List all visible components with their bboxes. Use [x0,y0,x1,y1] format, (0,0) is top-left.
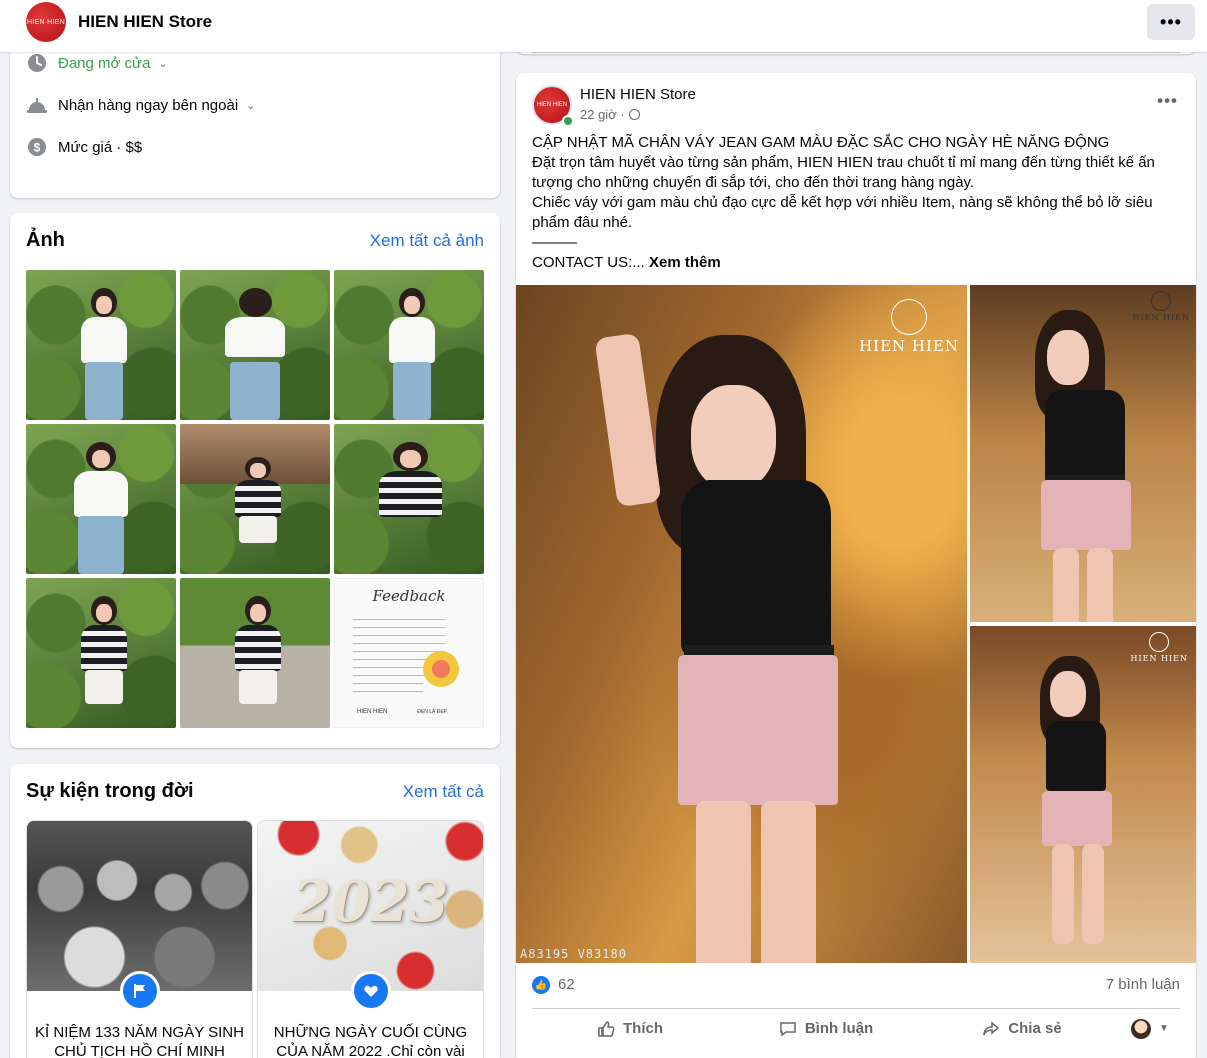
brand-watermark: HIEN HIEN [1131,632,1189,663]
event-title: KỈ NIỆM 133 NĂM NGÀY SINH CHỦ TỊCH HỒ CH… [35,1024,244,1058]
online-status-dot [562,115,574,127]
page-header-bar: HIEN HIEN HIEN HIEN Store ••• [0,0,1207,52]
post-line: CONTACT US:... [532,254,645,271]
photo-grid: Feedback HIEN HIEN ĐẸN LÀ ĐẸP [26,270,484,728]
post-options-button[interactable]: ••• [1157,91,1178,111]
life-event-tile[interactable]: 2023 NHỮNG NGÀY CUỐI CÙNG CỦA NĂM 2022 .… [257,820,484,1058]
open-status-text: Đang mở cửa [58,54,151,72]
brand-monogram-icon [891,299,928,335]
post-line: ——— [532,234,577,251]
brand-watermark: HIEN HIEN [1133,291,1191,322]
event-photo [27,821,252,991]
page-info-card: Đang mở cửa ⌄ Nhận hàng ngay bên ngoài ⌄… [10,40,500,198]
share-button[interactable]: Chia sẻ [924,1009,1120,1048]
event-photo: 2023 [258,821,483,991]
brand-monogram-icon [1149,632,1170,652]
photo-thumbnail[interactable] [334,424,484,574]
life-events-heading: Sự kiện trong đời [26,780,194,802]
see-all-events-link[interactable]: Xem tất cả [403,782,484,802]
photo-thumbnail[interactable] [26,424,176,574]
chevron-down-icon: ⌄ [246,99,256,112]
page-title[interactable]: HIEN HIEN Store [78,12,212,32]
pickup-text: Nhận hàng ngay bên ngoài [58,96,239,114]
feedback-photo-thumbnail[interactable]: Feedback HIEN HIEN ĐẸN LÀ ĐẸP [334,578,484,728]
post-line: Đặt trọn tâm huyết vào từng sản phẩm, HI… [532,154,1155,191]
photo-thumbnail[interactable] [180,424,330,574]
photos-heading: Ảnh [26,229,65,251]
post-photo-side[interactable]: HIEN HIEN [970,285,1196,622]
like-button[interactable]: Thích [532,1009,728,1048]
comment-count[interactable]: 7 bình luận [1106,976,1180,993]
feedback-brand: HIEN HIEN [357,709,388,715]
like-reaction-icon: 👍 [532,976,550,994]
globe-icon [628,109,640,120]
life-event-tile[interactable]: KỈ NIỆM 133 NĂM NGÀY SINH CHỦ TỊCH HỒ CH… [26,820,253,1058]
post-actions: Thích Bình luận Chia sẻ ▼ [532,1008,1180,1048]
post-card: HIEN HIEN HIEN HIEN Store 22 giờ · ••• C… [516,73,1196,1058]
thumbs-up-icon [597,1020,615,1038]
post-meta: 22 giờ · [580,107,640,122]
post-line: Chiếc váy với gam màu chủ đạo cực dễ kết… [532,194,1153,231]
service-bell-icon [26,94,48,116]
dollar-icon: $ [26,136,48,158]
feedback-tagline: ĐẸN LÀ ĐẸP [417,709,447,715]
price-row: $ Mức giá · $$ [26,136,142,158]
react-as-selector[interactable]: ▼ [1120,1009,1180,1048]
comment-button[interactable]: Bình luận [728,1009,924,1048]
svg-text:$: $ [34,141,41,155]
hearts-icon [350,971,391,1011]
model-figure [1025,310,1165,622]
model-figure [586,315,906,963]
photo-thumbnail[interactable] [180,578,330,728]
feedback-title: Feedback [372,587,446,605]
post-text: CẬP NHẬT MÃ CHÂN VÁY JEAN GAM MÀU ĐẶC SẮ… [532,133,1172,273]
life-events-card: Sự kiện trong đời Xem tất cả KỈ NIỆM 133… [10,764,500,1058]
see-more-link[interactable]: Xem thêm [649,254,721,271]
model-figure [1020,656,1160,963]
product-code: A83195 V83180 [520,947,627,961]
photo-thumbnail[interactable] [26,578,176,728]
post-line: CẬP NHẬT MÃ CHÂN VÁY JEAN GAM MÀU ĐẶC SẮ… [532,134,1110,151]
price-text: Mức giá · $$ [58,138,143,156]
chevron-down-icon: ⌄ [158,57,168,70]
post-stats: 👍 62 7 bình luận [532,973,1180,999]
photos-card: Ảnh Xem tất cả ảnh Feedback HIEN HIEN ĐẸ… [10,213,500,748]
feedback-badge-icon [423,651,459,687]
post-timestamp[interactable]: 22 giờ · [580,107,625,122]
share-icon [982,1020,1000,1038]
see-all-photos-link[interactable]: Xem tất cả ảnh [370,231,484,251]
post-photo-side[interactable]: HIEN HIEN [970,626,1196,963]
user-avatar-icon [1131,1018,1152,1039]
pickup-row[interactable]: Nhận hàng ngay bên ngoài ⌄ [26,94,255,116]
post-author-name[interactable]: HIEN HIEN Store [580,86,696,103]
brand-monogram-icon [1151,291,1172,311]
photo-thumbnail[interactable] [180,270,330,420]
post-photo-main[interactable]: HIEN HIEN A83195 V83180 [516,285,967,963]
flag-icon [119,971,160,1011]
post-media: HIEN HIEN A83195 V83180 HIEN HIEN HIEN H… [516,285,1196,965]
page-logo[interactable]: HIEN HIEN [26,2,66,42]
post-line-contact: CONTACT US:... Xem thêm [532,253,1172,273]
event-title: NHỮNG NGÀY CUỐI CÙNG CỦA NĂM 2022 .Chỉ c… [273,1024,468,1058]
more-options-button[interactable]: ••• [1147,4,1195,40]
clock-icon [26,52,48,74]
reaction-count[interactable]: 62 [558,976,575,993]
comment-icon [779,1020,797,1038]
photo-thumbnail[interactable] [26,270,176,420]
chevron-down-icon: ▼ [1159,1023,1169,1034]
event-year-graphic: 2023 [292,869,449,935]
photo-thumbnail[interactable] [334,270,484,420]
hours-row[interactable]: Đang mở cửa ⌄ [26,52,168,74]
brand-watermark: HIEN HIEN [859,299,959,355]
